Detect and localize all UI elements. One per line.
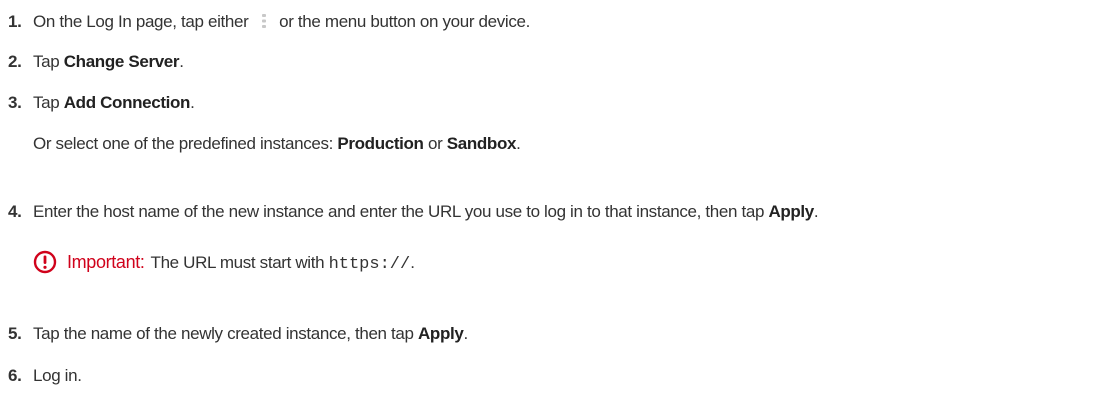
ui-term-apply: Apply — [418, 324, 464, 343]
note-punctuation: . — [410, 253, 415, 272]
alt-connector: or — [423, 134, 447, 153]
ui-term-production: Production — [337, 134, 424, 153]
step-punctuation: . — [190, 93, 195, 112]
step-3: 3. Tap Add Connection. — [8, 93, 195, 113]
step-punctuation: . — [463, 324, 468, 343]
alt-text: Or select one of the predefined instance… — [33, 134, 338, 153]
ui-term-apply: Apply — [768, 202, 814, 221]
step-punctuation: . — [813, 202, 819, 221]
step-1: 1. On the Log In page, tap either or the … — [8, 12, 530, 32]
step-text: Tap — [33, 93, 64, 112]
step-number: 5. — [8, 324, 22, 343]
step-text: Enter the host name of the new instance … — [33, 202, 769, 221]
step-2: 2. Tap Change Server. — [8, 52, 184, 72]
important-label: Important: — [67, 252, 145, 272]
step-number: 3. — [8, 93, 22, 112]
step-3-alternative: Or select one of the predefined instance… — [33, 134, 521, 154]
step-6: 6. Log in. — [8, 366, 82, 386]
step-number: 2. — [8, 52, 22, 71]
ui-term-sandbox: Sandbox — [446, 134, 517, 153]
step-text: Tap — [33, 52, 64, 71]
step-number: 4. — [8, 202, 22, 221]
note-text: The URL must start with — [150, 253, 329, 272]
ui-term-add-connection: Add Connection — [63, 93, 191, 112]
step-number: 6. — [8, 366, 22, 385]
important-note: Important: The URL must start with https:… — [33, 249, 415, 275]
step-punctuation: . — [179, 52, 184, 71]
important-icon — [33, 250, 57, 274]
step-text: Log in. — [33, 366, 82, 385]
ui-term-change-server: Change Server — [63, 52, 180, 71]
instructions-document: 1. On the Log In page, tap either or the … — [0, 0, 1110, 404]
step-text: On the Log In page, tap either — [33, 12, 253, 31]
step-number: 1. — [8, 12, 22, 31]
url-code: https:// — [328, 255, 411, 274]
overflow-menu-icon — [253, 13, 275, 29]
step-text-continued: or the menu button on your device. — [274, 12, 530, 31]
step-text: Tap the name of the newly created instan… — [33, 324, 418, 343]
alt-punctuation: . — [516, 134, 521, 153]
step-5: 5. Tap the name of the newly created inst… — [8, 324, 468, 344]
step-4: 4. Enter the host name of the new instanc… — [8, 202, 819, 222]
